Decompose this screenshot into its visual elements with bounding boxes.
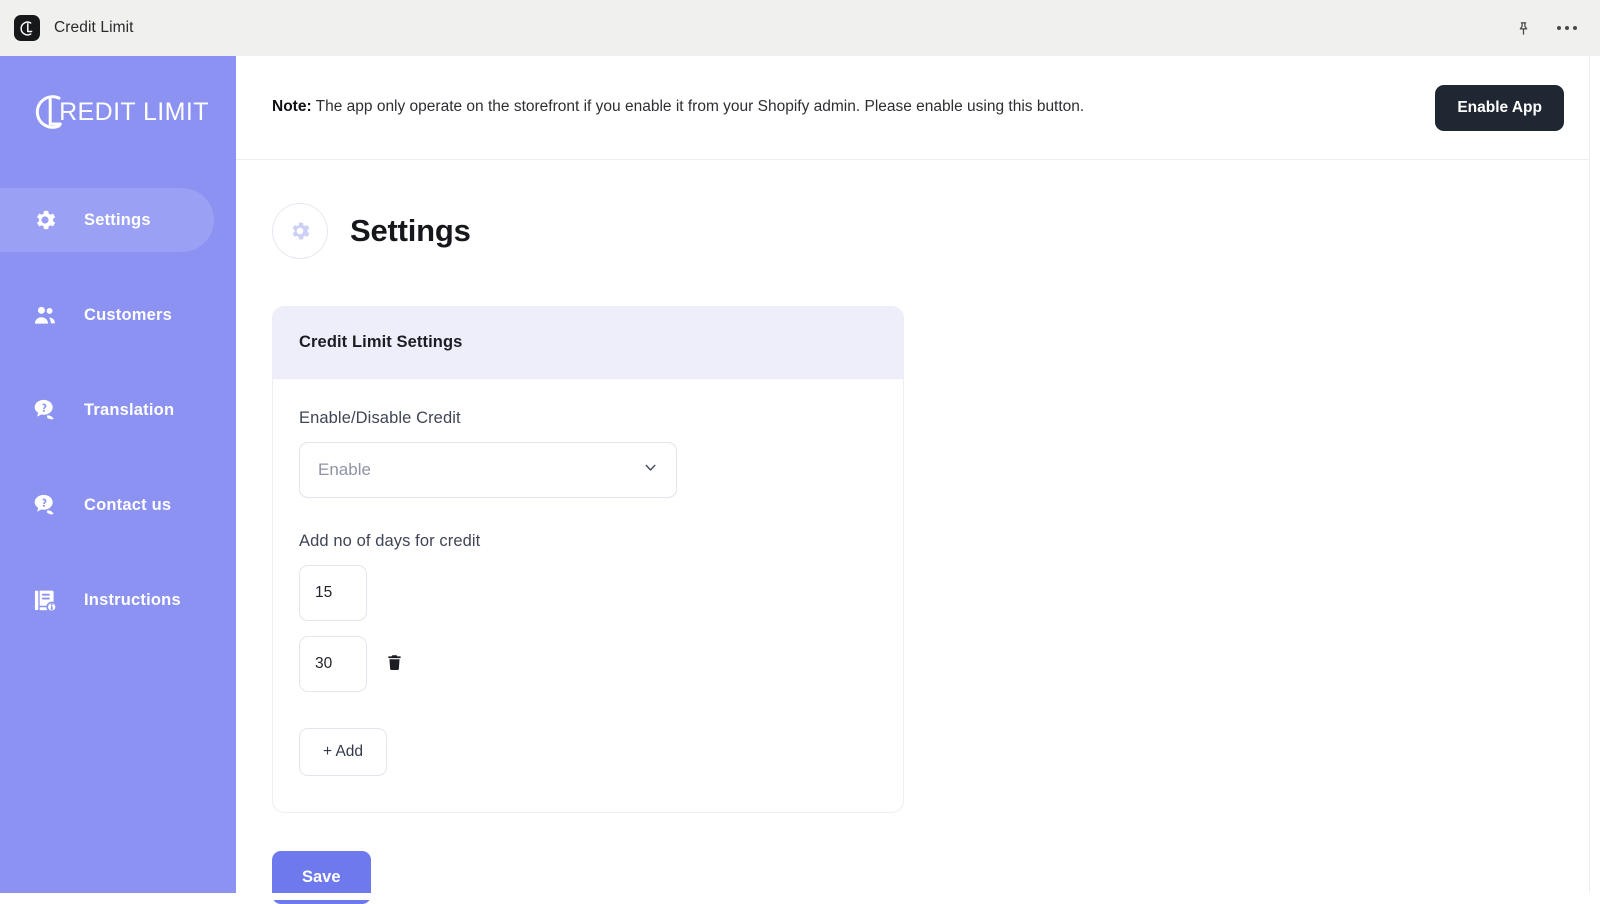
titlebar-right-group: [1512, 17, 1586, 39]
sidebar-item-label: Customers: [84, 306, 172, 325]
window-titlebar: Credit Limit: [0, 0, 1600, 56]
brand-text: REDIT LIMIT: [59, 100, 209, 125]
titlebar-left-group: Credit Limit: [14, 15, 134, 41]
page-scrollbar[interactable]: [1589, 56, 1600, 900]
brand-inner: REDIT LIMIT: [27, 89, 209, 135]
sidebar-nav: Settings Customers: [0, 188, 236, 632]
main-content: Note: The app only operate on the storef…: [236, 56, 1600, 900]
sidebar-item-label: Instructions: [84, 591, 181, 610]
card-body: Enable/Disable Credit Enable Add no of d…: [273, 379, 903, 812]
credit-limit-monogram-icon: [14, 15, 40, 41]
day-row: [299, 565, 877, 621]
sidebar-item-label: Translation: [84, 401, 174, 420]
book-info-icon: [30, 585, 60, 615]
note-prefix: Note:: [272, 98, 312, 115]
day-row: [299, 636, 877, 692]
chat-question-icon: [30, 395, 60, 425]
sidebar-item-label: Settings: [84, 211, 151, 230]
sidebar-item-instructions[interactable]: Instructions: [0, 568, 236, 632]
more-options-icon[interactable]: [1556, 17, 1578, 39]
enable-disable-credit-label: Enable/Disable Credit: [299, 409, 877, 428]
enable-app-button[interactable]: Enable App: [1435, 85, 1564, 131]
trash-icon: [385, 653, 404, 675]
day-input[interactable]: [299, 565, 367, 621]
add-days-label: Add no of days for credit: [299, 532, 877, 551]
enable-disable-credit-select-wrap: Enable: [299, 442, 677, 498]
page-title: Settings: [350, 213, 471, 249]
card-title: Credit Limit Settings: [299, 333, 877, 352]
delete-day-button[interactable]: [385, 653, 404, 675]
day-input[interactable]: [299, 636, 367, 692]
sidebar-item-customers[interactable]: Customers: [0, 283, 236, 347]
chat-question-icon: [30, 490, 60, 520]
sidebar-item-translation[interactable]: Translation: [0, 378, 236, 442]
users-icon: [30, 300, 60, 330]
sidebar: REDIT LIMIT Settings: [0, 56, 236, 893]
note-body: The app only operate on the storefront i…: [312, 98, 1085, 115]
sidebar-item-settings[interactable]: Settings: [0, 188, 214, 252]
card-header: Credit Limit Settings: [273, 307, 903, 379]
pin-icon[interactable]: [1512, 17, 1534, 39]
sidebar-brand[interactable]: REDIT LIMIT: [0, 56, 236, 164]
sidebar-item-contact-us[interactable]: Contact us: [0, 473, 236, 537]
gear-icon: [272, 203, 328, 259]
page-header: Settings: [236, 160, 1600, 270]
note-text: Note: The app only operate on the storef…: [272, 97, 1084, 118]
more-dots: [1557, 26, 1577, 30]
add-day-button[interactable]: + Add: [299, 728, 387, 776]
credit-limit-settings-card: Credit Limit Settings Enable/Disable Cre…: [272, 306, 904, 813]
scrollbar-thumb[interactable]: [1592, 58, 1599, 358]
enable-disable-credit-select[interactable]: Enable: [299, 442, 677, 498]
sidebar-item-label: Contact us: [84, 496, 171, 515]
note-banner: Note: The app only operate on the storef…: [236, 56, 1600, 160]
window-title: Credit Limit: [54, 19, 134, 37]
bottom-strip: [0, 893, 1600, 900]
gear-icon: [30, 205, 60, 235]
app-shell: REDIT LIMIT Settings: [0, 56, 1600, 900]
